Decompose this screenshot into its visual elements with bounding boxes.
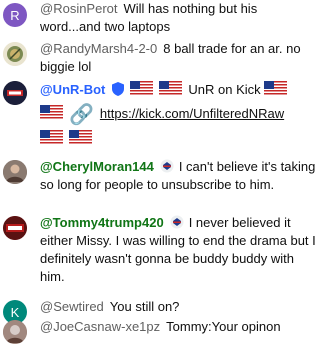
message-text: You still on?: [109, 299, 180, 314]
avatar-image-icon: [3, 160, 27, 184]
us-flag-icon: [40, 130, 63, 145]
message-text: UnR on Kick: [188, 82, 261, 97]
avatar[interactable]: R: [3, 3, 27, 27]
us-flag-icon: [69, 130, 92, 145]
avatar[interactable]: [3, 42, 27, 66]
chat-message: @RandyMarsh4-2-0 8 ball trade for an ar. …: [0, 40, 320, 80]
avatar[interactable]: [3, 320, 27, 344]
us-flag-icon: [40, 105, 63, 120]
member-badge-icon: [170, 215, 184, 229]
avatar[interactable]: [3, 216, 27, 240]
us-flag-icon: [159, 81, 183, 96]
author-name[interactable]: @JoeCasnaw-xe1pz: [40, 319, 160, 334]
chat-message: R @RosinPerot Will has nothing but his wo…: [0, 0, 320, 40]
chat-message: K @Sewtired You still on?: [0, 290, 320, 324]
chat-message: @CherylMoran144 I can't believe it's taki…: [0, 158, 320, 214]
message-text: Tommy:Your opinon: [166, 319, 281, 334]
chat-message: @JoeCasnaw-xe1pz Tommy:Your opinon: [0, 316, 320, 344]
verified-shield-icon: [112, 82, 125, 96]
avatar[interactable]: [3, 81, 27, 105]
us-flag-icon: [264, 81, 288, 96]
author-name[interactable]: @RosinPerot: [40, 1, 118, 16]
avatar-image-icon: [3, 320, 27, 344]
member-badge-icon: [160, 159, 174, 173]
chat-message: @UnR-Bot UnR on Kick 🔗 https://kick.com/Un…: [0, 78, 320, 150]
kick-link[interactable]: https://kick.com/UnfilteredNRaw: [100, 106, 284, 121]
avatar-image-icon: [3, 216, 27, 240]
avatar-image-icon: [3, 81, 27, 105]
avatar[interactable]: [3, 160, 27, 184]
author-name[interactable]: @RandyMarsh4-2-0: [40, 41, 157, 56]
avatar-image-icon: [3, 42, 27, 66]
author-name[interactable]: @Tommy4trump420: [40, 215, 164, 230]
us-flag-icon: [130, 81, 154, 96]
link-icon: 🔗: [69, 104, 94, 126]
author-name[interactable]: @Sewtired: [40, 299, 104, 314]
chat-message: @Tommy4trump420 I never believed it eithe…: [0, 214, 320, 288]
author-name[interactable]: @UnR-Bot: [40, 82, 105, 97]
author-name[interactable]: @CherylMoran144: [40, 159, 154, 174]
